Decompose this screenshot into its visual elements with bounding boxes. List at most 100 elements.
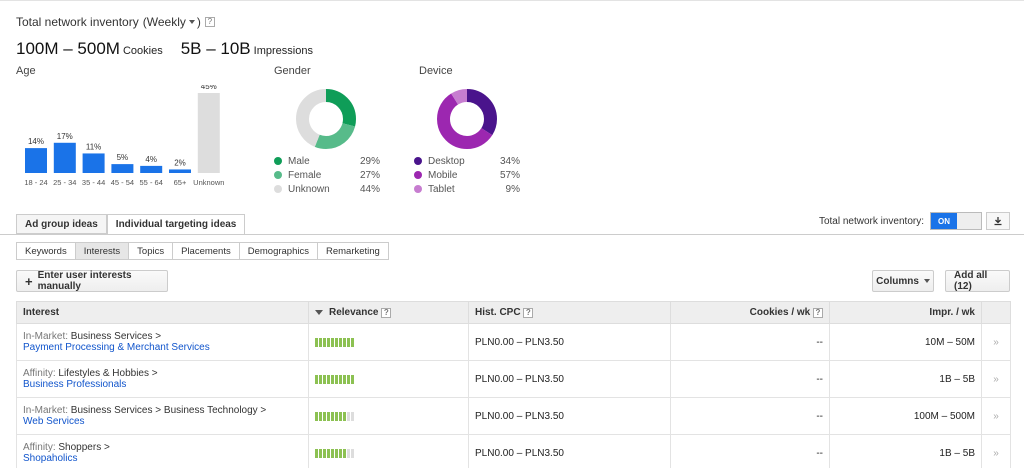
relevance-segment (331, 448, 334, 458)
interest-cell: In-Market: Business Services > Business … (16, 397, 309, 435)
relevance-segment (339, 411, 342, 421)
age-bar-label: 14% (28, 137, 44, 146)
interest-link[interactable]: Payment Processing & Merchant Services (23, 342, 302, 353)
relevance-segment (323, 337, 326, 347)
age-category-label: 55 - 64 (140, 178, 163, 187)
legend-dot (414, 185, 422, 193)
legend-dot (274, 171, 282, 179)
interest-cell: Affinity: Shoppers > Shopaholics (16, 434, 309, 468)
subtab-demographics[interactable]: Demographics (238, 242, 318, 260)
impressions-label: Impressions (253, 45, 313, 57)
interest-type: In-Market: (23, 331, 69, 342)
impressions-value: 5B – 10B (180, 39, 251, 58)
legend-row: Unknown 44% (274, 182, 380, 196)
interest-path: Lifestyles & Hobbies > (58, 368, 158, 379)
relevance-segment (339, 448, 342, 458)
age-bar-label: 45% (201, 85, 217, 91)
legend-label: Male (288, 155, 310, 167)
inventory-toggle-group: Total network inventory: ON (819, 212, 982, 230)
plus-icon: + (25, 273, 33, 289)
interest-path: Business Services > (70, 331, 162, 342)
chevron-down-icon (923, 279, 930, 283)
period-value[interactable]: (Weekly (143, 15, 186, 29)
age-bar (111, 164, 134, 173)
columns-label: Columns (876, 275, 919, 287)
col-relevance[interactable]: Relevance ? (308, 301, 469, 324)
tab-ad-group-ideas[interactable]: Ad group ideas (16, 214, 107, 234)
subtab-placements[interactable]: Placements (172, 242, 240, 260)
table-row[interactable]: In-Market: Business Services > Business … (16, 397, 1011, 435)
table-row[interactable]: In-Market: Business Services > Payment Pr… (16, 323, 1011, 361)
legend-label: Tablet (428, 183, 455, 195)
add-row-chevron-icon[interactable]: » (981, 397, 1011, 435)
chevron-down-icon[interactable] (188, 20, 195, 24)
relevance-segment (343, 337, 346, 347)
idea-tabs: Ad group ideas Individual targeting idea… (16, 214, 246, 235)
subtab-remarketing[interactable]: Remarketing (316, 242, 389, 260)
gender-legend: Male 29% Female 27% Unknown 44% (274, 154, 380, 196)
relevance-segment (319, 448, 322, 458)
relevance-header-label: Relevance (329, 307, 379, 318)
toggle-on[interactable]: ON (931, 213, 957, 229)
legend-label: Desktop (428, 155, 465, 167)
relevance-segment (347, 448, 350, 458)
add-all-button[interactable]: Add all (12) (945, 270, 1010, 292)
cookies-header-label: Cookies / wk (749, 307, 811, 318)
relevance-segment (339, 337, 342, 347)
relevance-segment (327, 448, 330, 458)
relevance-segment (319, 337, 322, 347)
relevance-cell (308, 397, 469, 435)
relevance-cell (308, 360, 469, 398)
legend-dot (274, 185, 282, 193)
cookies-cell: -- (670, 360, 830, 398)
age-bar-label: 4% (145, 155, 157, 164)
cpc-cell: PLN0.00 – PLN3.50 (468, 323, 671, 361)
relevance-segment (343, 374, 346, 384)
interest-path: Business Services > Business Technology … (70, 405, 267, 416)
add-row-chevron-icon[interactable]: » (981, 434, 1011, 468)
help-icon[interactable]: ? (204, 17, 215, 27)
legend-dot (414, 157, 422, 165)
relevance-segment (351, 374, 354, 384)
table-row[interactable]: Affinity: Shoppers > Shopaholics PLN0.00 –… (16, 434, 1011, 468)
interest-link[interactable]: Business Professionals (23, 379, 302, 390)
add-row-chevron-icon[interactable]: » (981, 323, 1011, 361)
relevance-segment (335, 411, 338, 421)
help-icon[interactable]: ? (381, 308, 392, 318)
inventory-toggle[interactable]: ON (930, 212, 982, 230)
age-title: Age (16, 65, 36, 77)
col-actions (981, 301, 1011, 324)
col-hist-cpc[interactable]: Hist. CPC ? (468, 301, 671, 324)
period-dropdown[interactable]: (Weekly) (143, 15, 201, 29)
inventory-stats: 100M – 500M Cookies 5B – 10B Impressions (16, 39, 313, 59)
col-interest[interactable]: Interest (16, 301, 309, 324)
relevance-segment (327, 337, 330, 347)
age-category-label: 18 - 24 (24, 178, 47, 187)
add-row-chevron-icon[interactable]: » (981, 360, 1011, 398)
period-close: ) (196, 15, 201, 29)
enter-interests-button[interactable]: + Enter user interests manually (16, 270, 168, 292)
subtab-interests[interactable]: Interests (74, 242, 130, 260)
table-row[interactable]: Affinity: Lifestyles & Hobbies > Business… (16, 360, 1011, 398)
impressions-cell: 10M – 50M (829, 323, 982, 361)
age-bar (197, 93, 220, 173)
subtab-topics[interactable]: Topics (128, 242, 174, 260)
age-category-label: 25 - 34 (53, 178, 76, 187)
relevance-segment (351, 448, 354, 458)
device-title: Device (419, 65, 453, 77)
relevance-bar (315, 337, 462, 347)
relevance-segment (347, 337, 350, 347)
col-cookies[interactable]: Cookies / wk ? (670, 301, 830, 324)
interest-link[interactable]: Shopaholics (23, 453, 302, 464)
relevance-bar (315, 411, 462, 421)
help-icon[interactable]: ? (523, 308, 534, 318)
cookies-cell: -- (670, 397, 830, 435)
download-button[interactable] (986, 212, 1010, 230)
subtab-keywords[interactable]: Keywords (16, 242, 76, 260)
columns-button[interactable]: Columns (872, 270, 934, 292)
tab-individual-targeting-ideas[interactable]: Individual targeting ideas (106, 214, 246, 235)
help-icon[interactable]: ? (813, 308, 823, 318)
relevance-segment (331, 411, 334, 421)
col-impressions[interactable]: Impr. / wk (829, 301, 982, 324)
interest-link[interactable]: Web Services (23, 416, 302, 427)
